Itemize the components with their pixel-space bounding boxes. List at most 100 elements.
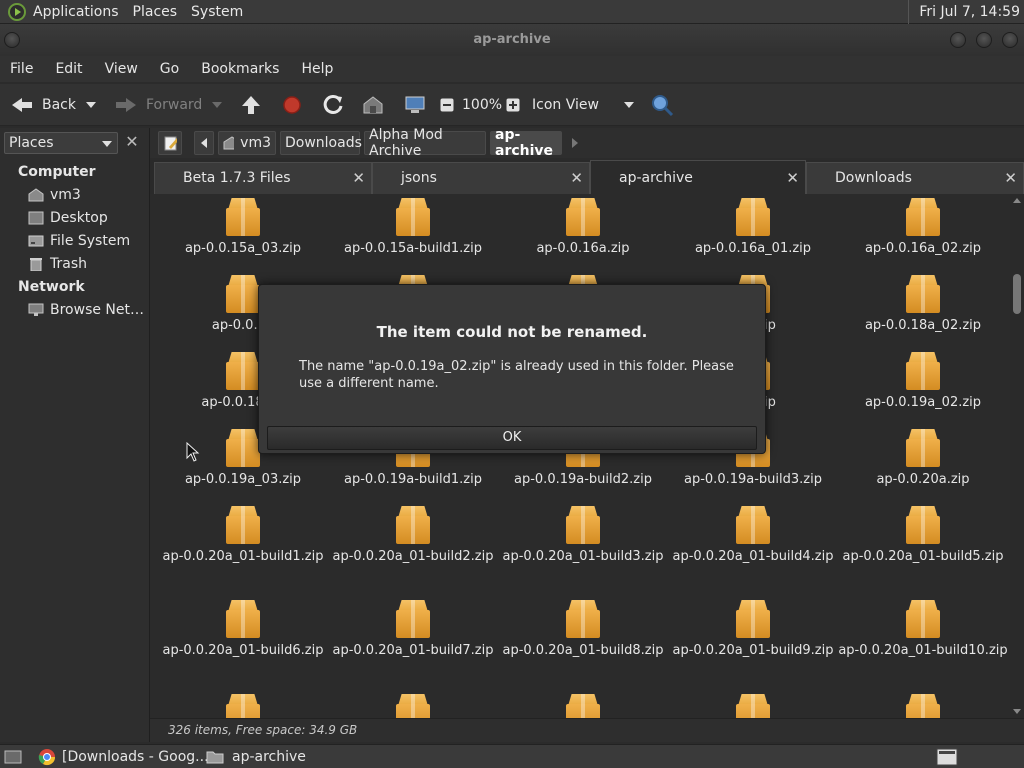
chevron-down-icon <box>624 102 634 108</box>
file-item[interactable]: ap-0.0.15a-build1.zip <box>328 198 498 257</box>
file-item[interactable]: ap-0.0.20a_01-build9.zip <box>668 600 838 659</box>
file-item[interactable]: ap-0.0.20a_01-build6.zip <box>158 600 328 659</box>
file-item[interactable]: ap-0.0.20a_01-build7.zip <box>328 600 498 659</box>
file-item[interactable] <box>328 694 498 718</box>
zoom-level[interactable]: 100% <box>462 84 502 126</box>
scroll-up-arrow-icon[interactable] <box>1013 198 1021 203</box>
file-icon-view[interactable]: ap-0.0.15a_03.zip ap-0.0.15a-build1.zip ap… <box>152 194 1010 718</box>
zoom-in-button[interactable] <box>506 84 520 126</box>
clock[interactable]: Fri Jul 7, 14:59 <box>908 0 1024 24</box>
file-item[interactable] <box>158 694 328 718</box>
tab-beta-files[interactable]: Beta 1.7.3 Files ✕ <box>154 162 372 194</box>
sidebar-item-vm3[interactable]: vm3 <box>28 185 81 205</box>
sidebar-item-file-system[interactable]: File System <box>28 231 130 251</box>
computer-icon <box>405 96 425 113</box>
path-scroll-left-button[interactable] <box>194 131 214 155</box>
tray-window-list-button[interactable] <box>936 747 958 767</box>
menu-help[interactable]: Help <box>301 61 333 77</box>
path-segment-downloads[interactable]: Downloads <box>280 131 362 155</box>
close-tab-icon[interactable]: ✕ <box>786 161 799 195</box>
vertical-scrollbar[interactable] <box>1010 194 1024 718</box>
menu-system[interactable]: System <box>191 4 243 20</box>
show-desktop-button[interactable] <box>4 747 22 767</box>
close-window-button[interactable] <box>1002 32 1018 48</box>
file-item[interactable]: ap-0.0.20a.zip <box>838 429 1008 488</box>
file-item[interactable]: ap-0.0.18a_02.zip <box>838 275 1008 334</box>
sidebar-item-trash[interactable]: Trash <box>28 254 87 274</box>
forward-button[interactable]: Forward <box>114 84 202 126</box>
path-segment-alpha-mod-archive[interactable]: Alpha Mod Archive <box>364 127 486 159</box>
file-item[interactable]: ap-0.0.20a_01-build10.zip <box>838 600 1008 659</box>
sidebar-item-desktop[interactable]: Desktop <box>28 208 108 228</box>
forward-history-dropdown[interactable] <box>212 84 222 126</box>
search-button[interactable] <box>650 84 674 126</box>
file-item[interactable]: ap-0.0.20a_01-build2.zip <box>328 506 498 565</box>
zoom-in-icon <box>506 98 520 112</box>
file-item[interactable]: ap-0.0.16a_02.zip <box>838 198 1008 257</box>
menu-applications[interactable]: Applications <box>33 4 119 20</box>
file-item[interactable]: ap-0.0.16a_01.zip <box>668 198 838 257</box>
menu-view[interactable]: View <box>105 61 138 77</box>
ok-button[interactable]: OK <box>267 426 757 450</box>
up-button[interactable] <box>240 84 262 126</box>
file-item[interactable] <box>838 694 1008 718</box>
taskbar-item-ap-archive[interactable]: ap-archive <box>206 747 306 767</box>
tab-downloads[interactable]: Downloads ✕ <box>806 162 1024 194</box>
file-item[interactable]: ap-0.0.16a.zip <box>498 198 668 257</box>
home-button[interactable] <box>362 84 384 126</box>
close-tab-icon[interactable]: ✕ <box>352 163 365 193</box>
stop-button[interactable] <box>282 84 302 126</box>
view-mode-select[interactable]: Icon View <box>532 84 636 126</box>
forward-arrow-icon <box>116 98 136 112</box>
tab-ap-archive[interactable]: ap-archive ✕ <box>590 160 806 194</box>
file-item[interactable]: ap-0.0.20a_01-build4.zip <box>668 506 838 565</box>
sidebar-item-browse-network[interactable]: Browse Net… <box>28 300 144 320</box>
close-sidebar-button[interactable]: ✕ <box>122 133 142 153</box>
tab-jsons[interactable]: jsons ✕ <box>372 162 590 194</box>
computer-button[interactable] <box>404 84 426 126</box>
file-name: ap-0.0.20a_01-build9.zip <box>672 643 834 658</box>
close-tab-icon[interactable]: ✕ <box>1004 163 1017 193</box>
file-item[interactable]: ap-0.0.15a_03.zip <box>158 198 328 257</box>
zip-archive-icon <box>226 694 260 718</box>
menu-edit[interactable]: Edit <box>55 61 82 77</box>
window-titlebar[interactable]: ap-archive <box>0 24 1024 56</box>
back-button[interactable]: Back <box>10 84 76 126</box>
path-segment-vm3[interactable]: vm3 <box>218 131 276 155</box>
toggle-location-entry-button[interactable] <box>158 131 182 155</box>
file-item[interactable] <box>498 694 668 718</box>
tab-label: jsons <box>401 170 437 186</box>
scroll-down-arrow-icon[interactable] <box>1013 709 1021 714</box>
minimize-button[interactable] <box>950 32 966 48</box>
file-item[interactable]: ap-0.0.20a_01-build8.zip <box>498 600 668 659</box>
file-item[interactable]: ap-0.0.20a_01-build1.zip <box>158 506 328 565</box>
file-item[interactable]: ap-0.0.19a_02.zip <box>838 352 1008 411</box>
file-item[interactable]: ap-0.0.20a_01-build5.zip <box>838 506 1008 565</box>
dialog-title: The item could not be renamed. <box>376 323 648 341</box>
menu-bookmarks[interactable]: Bookmarks <box>201 61 279 77</box>
zoom-out-button[interactable] <box>440 84 454 126</box>
sidebar-mode-select[interactable]: Places <box>4 132 118 154</box>
home-folder-icon <box>223 136 235 150</box>
file-name: ap-0.0.20a.zip <box>876 472 970 487</box>
taskbar-item-chrome[interactable]: [Downloads - Goog... <box>38 747 209 767</box>
reload-button[interactable] <box>322 84 344 126</box>
maximize-button[interactable] <box>976 32 992 48</box>
path-scroll-right-button[interactable] <box>566 131 584 155</box>
zip-archive-icon <box>736 600 770 638</box>
sidebar-item-label: Desktop <box>50 210 108 226</box>
close-tab-icon[interactable]: ✕ <box>570 163 583 193</box>
zip-archive-icon <box>566 694 600 718</box>
menu-go[interactable]: Go <box>160 61 179 77</box>
file-item[interactable] <box>668 694 838 718</box>
scrollbar-thumb[interactable] <box>1013 274 1021 314</box>
menu-places[interactable]: Places <box>133 4 178 20</box>
back-history-dropdown[interactable] <box>86 84 96 126</box>
taskbar-item-label: ap-archive <box>232 749 306 765</box>
distro-logo-icon[interactable] <box>8 2 26 21</box>
file-item[interactable]: ap-0.0.20a_01-build3.zip <box>498 506 668 565</box>
sidebar-item-label: Browse Net… <box>50 302 145 318</box>
zip-archive-icon <box>566 198 600 236</box>
menu-file[interactable]: File <box>10 61 33 77</box>
path-segment-ap-archive[interactable]: ap-archive <box>490 127 562 159</box>
